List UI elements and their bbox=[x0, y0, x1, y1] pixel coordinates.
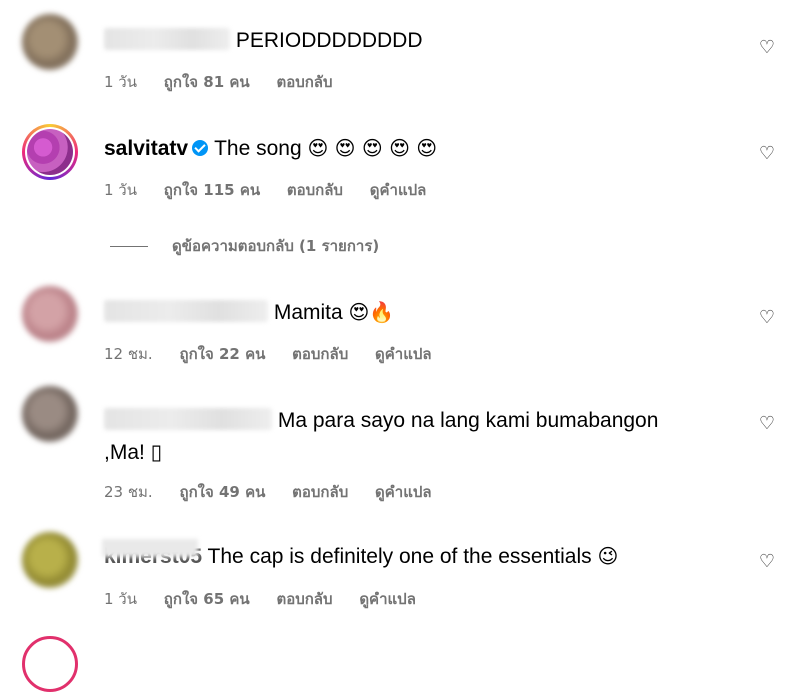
username-partially-blurred[interactable]: kimerst05 bbox=[102, 539, 202, 569]
avatar[interactable] bbox=[22, 14, 78, 70]
username-blurred[interactable] bbox=[104, 408, 272, 430]
comment-time[interactable]: 12 ชม. bbox=[104, 345, 153, 363]
like-count[interactable]: ถูกใจ 65 คน bbox=[164, 590, 250, 608]
comment-time[interactable]: 1 วัน bbox=[104, 181, 137, 199]
comment-line: Ma para sayo na lang kami bumabangon bbox=[104, 408, 658, 433]
comment-line: salvitatv The song 😍 😍 😍 😍 😍 bbox=[104, 136, 437, 161]
comment-time[interactable]: 23 ชม. bbox=[104, 483, 153, 501]
comment-meta: 1 วัน ถูกใจ 115 คน ตอบกลับ ดูคำแปล bbox=[104, 178, 448, 202]
view-replies-button[interactable]: ดูข้อความตอบกลับ (1 รายการ) bbox=[110, 234, 379, 258]
reply-button[interactable]: ตอบกลับ bbox=[292, 483, 348, 501]
reply-button[interactable]: ตอบกลับ bbox=[276, 590, 332, 608]
comment-line: PERIODDDDDDDD bbox=[104, 28, 423, 53]
comment-line: Mamita 😍🔥 bbox=[104, 300, 394, 325]
avatar[interactable] bbox=[22, 386, 78, 442]
username-blurred[interactable] bbox=[104, 300, 268, 322]
heart-outline-icon[interactable]: ♡ bbox=[757, 414, 777, 434]
comment-meta: 23 ชม. ถูกใจ 49 คน ตอบกลับ ดูคำแปล bbox=[104, 480, 454, 504]
comment-text-continued: ,Ma! ▯ bbox=[104, 441, 163, 464]
comment-meta: 12 ชม. ถูกใจ 22 คน ตอบกลับ ดูคำแปล bbox=[104, 342, 454, 366]
emoji-row: 😍 😍 😍 😍 😍 bbox=[307, 136, 438, 160]
avatar-photo bbox=[27, 129, 73, 175]
reply-button[interactable]: ตอบกลับ bbox=[292, 345, 348, 363]
comment-meta: 1 วัน ถูกใจ 65 คน ตอบกลับ ดูคำแปล bbox=[104, 587, 438, 611]
emoji-row: 😍🔥 bbox=[348, 300, 395, 324]
heart-outline-icon[interactable]: ♡ bbox=[757, 552, 777, 572]
comment-line-2: ,Ma! ▯ bbox=[104, 440, 162, 465]
comment-time[interactable]: 1 วัน bbox=[104, 590, 137, 608]
translate-button[interactable]: ดูคำแปล bbox=[375, 483, 432, 501]
avatar[interactable] bbox=[22, 286, 78, 342]
avatar[interactable] bbox=[22, 124, 78, 180]
avatar[interactable] bbox=[22, 532, 78, 588]
comment-text: PERIODDDDDDDD bbox=[235, 29, 423, 52]
comment-time[interactable]: 1 วัน bbox=[104, 73, 137, 91]
like-count[interactable]: ถูกใจ 81 คน bbox=[164, 73, 250, 91]
blur-overlay bbox=[102, 539, 198, 557]
translate-button[interactable]: ดูคำแปล bbox=[359, 590, 416, 608]
reply-button[interactable]: ตอบกลับ bbox=[287, 181, 343, 199]
emoji-wink: 😉 bbox=[597, 544, 619, 568]
translate-button[interactable]: ดูคำแปล bbox=[375, 345, 432, 363]
comment-meta: 1 วัน ถูกใจ 81 คน ตอบกลับ bbox=[104, 70, 355, 94]
heart-outline-icon[interactable]: ♡ bbox=[757, 144, 777, 164]
heart-outline-icon[interactable]: ♡ bbox=[757, 38, 777, 58]
comment-text: Ma para sayo na lang kami bumabangon bbox=[277, 409, 659, 432]
translate-button[interactable]: ดูคำแปล bbox=[370, 181, 427, 199]
verified-badge-icon bbox=[192, 140, 209, 156]
like-count[interactable]: ถูกใจ 115 คน bbox=[164, 181, 260, 199]
view-replies-label: ดูข้อความตอบกลับ (1 รายการ) bbox=[172, 237, 380, 255]
like-count[interactable]: ถูกใจ 49 คน bbox=[179, 483, 265, 501]
reply-button[interactable]: ตอบกลับ bbox=[276, 73, 332, 91]
comment-line: kimerst05 The cap is definitely one of t… bbox=[102, 539, 619, 569]
username-blurred[interactable] bbox=[104, 28, 230, 50]
comment-text: The song bbox=[214, 137, 302, 160]
replies-divider bbox=[110, 246, 148, 247]
comment-text: The cap is definitely one of the essenti… bbox=[207, 545, 592, 568]
avatar[interactable] bbox=[22, 636, 78, 692]
like-count[interactable]: ถูกใจ 22 คน bbox=[179, 345, 265, 363]
comment-text: Mamita bbox=[273, 301, 343, 324]
heart-outline-icon[interactable]: ♡ bbox=[757, 308, 777, 328]
username-link[interactable]: salvitatv bbox=[104, 137, 188, 160]
